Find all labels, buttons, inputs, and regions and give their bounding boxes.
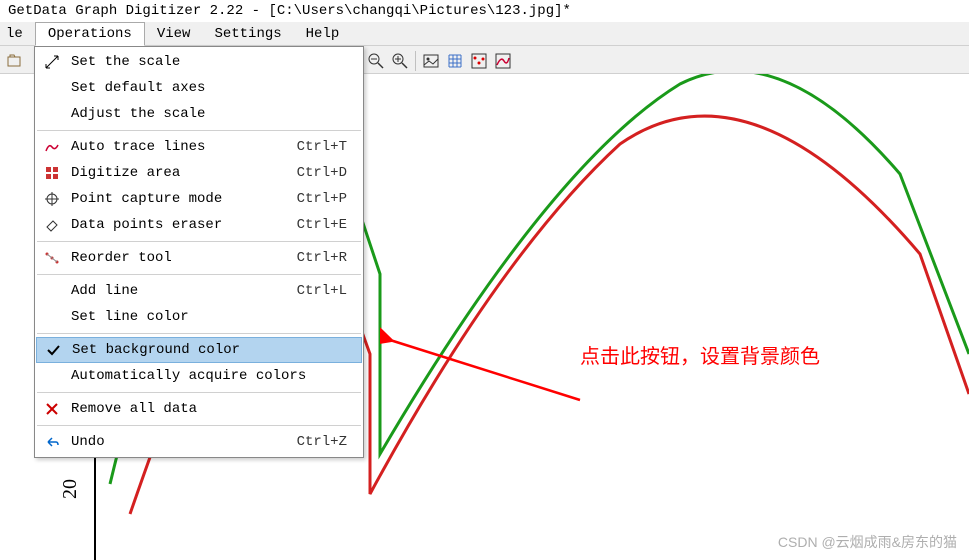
points-icon[interactable] [468, 50, 490, 72]
menu-reorder[interactable]: Reorder tool Ctrl+R [35, 245, 363, 271]
check-icon [44, 341, 62, 359]
shortcut: Ctrl+Z [297, 434, 347, 450]
dropdown-separator [37, 130, 361, 131]
dropdown-separator [37, 425, 361, 426]
menu-undo-label: Undo [71, 434, 287, 450]
menu-eraser[interactable]: Data points eraser Ctrl+E [35, 212, 363, 238]
undo-icon [43, 433, 61, 451]
toolbar-separator [415, 51, 416, 71]
operations-dropdown: Set the scale Set default axes Adjust th… [34, 46, 364, 458]
annotation-text: 点击此按钮，设置背景颜色 [580, 340, 820, 369]
menu-adjust-scale[interactable]: Adjust the scale [35, 101, 363, 127]
menu-help[interactable]: Help [294, 23, 352, 45]
menu-file[interactable]: le [4, 23, 35, 45]
menu-reorder-label: Reorder tool [71, 250, 287, 266]
dropdown-separator [37, 274, 361, 275]
menu-auto-acquire-label: Automatically acquire colors [71, 368, 355, 384]
menu-set-line-color-label: Set line color [71, 309, 355, 325]
svg-text:20: 20 [59, 479, 81, 499]
menu-default-axes-label: Set default axes [71, 80, 355, 96]
menu-bar: le Operations View Settings Help [0, 22, 969, 46]
blank-icon [43, 282, 61, 300]
blank-icon [43, 79, 61, 97]
menu-digitize-area[interactable]: Digitize area Ctrl+D [35, 160, 363, 186]
menu-auto-acquire[interactable]: Automatically acquire colors [35, 363, 363, 389]
menu-auto-trace-label: Auto trace lines [71, 139, 287, 155]
menu-digitize-area-label: Digitize area [71, 165, 287, 181]
menu-set-bg-color-label: Set background color [72, 342, 354, 358]
menu-adjust-scale-label: Adjust the scale [71, 106, 355, 122]
scale-icon [43, 53, 61, 71]
grid-icon[interactable] [444, 50, 466, 72]
blank-icon [43, 308, 61, 326]
shortcut: Ctrl+D [297, 165, 347, 181]
menu-default-axes[interactable]: Set default axes [35, 75, 363, 101]
shortcut: Ctrl+R [297, 250, 347, 266]
menu-set-scale[interactable]: Set the scale [35, 49, 363, 75]
window-title-bar: GetData Graph Digitizer 2.22 - [C:\Users… [0, 0, 969, 22]
curve-icon[interactable] [492, 50, 514, 72]
shortcut: Ctrl+L [297, 283, 347, 299]
image-icon[interactable] [420, 50, 442, 72]
shortcut: Ctrl+T [297, 139, 347, 155]
blank-icon [43, 105, 61, 123]
menu-set-bg-color[interactable]: Set background color [36, 337, 362, 363]
x-icon [43, 400, 61, 418]
window-title: GetData Graph Digitizer 2.22 - [C:\Users… [8, 3, 571, 19]
menu-add-line[interactable]: Add line Ctrl+L [35, 278, 363, 304]
menu-point-capture[interactable]: Point capture mode Ctrl+P [35, 186, 363, 212]
menu-set-scale-label: Set the scale [71, 54, 355, 70]
menu-remove-all-label: Remove all data [71, 401, 355, 417]
zoom-out-icon[interactable] [365, 50, 387, 72]
menu-add-line-label: Add line [71, 283, 287, 299]
menu-undo[interactable]: Undo Ctrl+Z [35, 429, 363, 455]
open-icon[interactable] [4, 49, 26, 71]
menu-remove-all[interactable]: Remove all data [35, 396, 363, 422]
blank-icon [43, 367, 61, 385]
dropdown-separator [37, 333, 361, 334]
shortcut: Ctrl+P [297, 191, 347, 207]
area-icon [43, 164, 61, 182]
trace-icon [43, 138, 61, 156]
watermark: CSDN @云烟成雨&房东的猫 [778, 532, 957, 552]
dropdown-separator [37, 392, 361, 393]
menu-auto-trace[interactable]: Auto trace lines Ctrl+T [35, 134, 363, 160]
zoom-in-icon[interactable] [389, 50, 411, 72]
menu-operations[interactable]: Operations [35, 22, 145, 46]
menu-set-line-color[interactable]: Set line color [35, 304, 363, 330]
crosshair-icon [43, 190, 61, 208]
menu-settings[interactable]: Settings [202, 23, 293, 45]
shortcut: Ctrl+E [297, 217, 347, 233]
menu-eraser-label: Data points eraser [71, 217, 287, 233]
menu-point-capture-label: Point capture mode [71, 191, 287, 207]
reorder-icon [43, 249, 61, 267]
dropdown-separator [37, 241, 361, 242]
menu-view[interactable]: View [145, 23, 203, 45]
eraser-icon [43, 216, 61, 234]
